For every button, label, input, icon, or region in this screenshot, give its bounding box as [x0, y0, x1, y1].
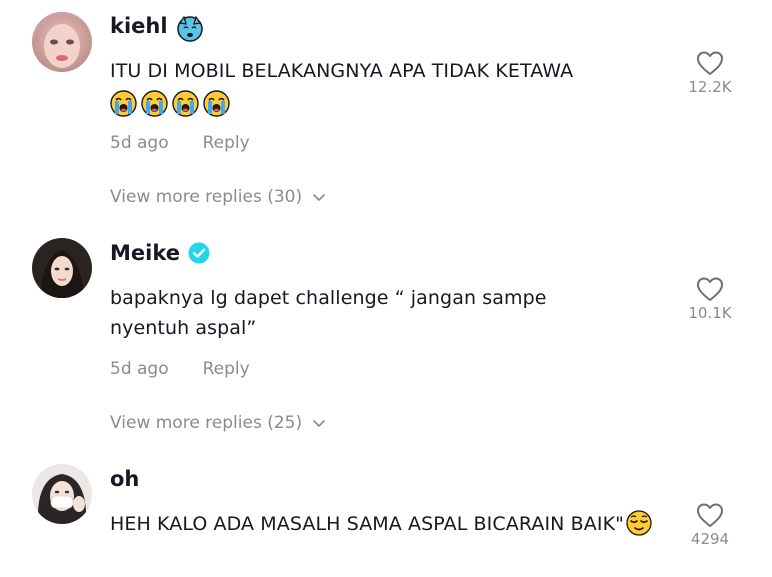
username[interactable]: oh: [110, 467, 139, 491]
like-count: 12.2K: [688, 78, 732, 96]
username-text[interactable]: Meike: [110, 241, 180, 265]
username[interactable]: Meike: [110, 241, 210, 265]
comment-time: 5d ago: [110, 133, 169, 153]
username-text[interactable]: kiehl: [110, 14, 168, 38]
like-control: 10.1K: [682, 276, 738, 322]
chevron-down-icon: [312, 190, 326, 204]
comment-text-content: HEH KALO ADA MASALH SAMA ASPAL BICARAIN …: [110, 513, 624, 535]
heart-icon[interactable]: [696, 50, 724, 76]
comment-time: 5d ago: [110, 359, 169, 379]
loudly-crying-face-icon: [203, 90, 230, 117]
avatar[interactable]: [32, 464, 92, 524]
like-control: 12.2K: [682, 50, 738, 96]
view-more-replies-button[interactable]: View more replies (25): [110, 413, 326, 433]
loudly-crying-face-icon: [110, 90, 137, 117]
username[interactable]: kiehl: [110, 14, 203, 42]
chevron-down-icon: [312, 416, 326, 430]
like-count: 4294: [690, 530, 730, 548]
loudly-crying-face-icon: [141, 90, 168, 117]
comment-text: bapaknya lg dapet challenge “ jangan sam…: [110, 287, 547, 339]
comment-text: ITU DI MOBIL BELAKANGNYA APA TIDAK KETAW…: [110, 60, 574, 82]
verified-badge-icon: [188, 242, 210, 264]
view-more-replies-label[interactable]: View more replies (30): [110, 187, 302, 207]
comment-meta: 5d ago Reply: [110, 133, 250, 153]
crying-cat-emoji-icon: [176, 15, 203, 42]
like-count: 10.1K: [688, 304, 732, 322]
comment-text: HEH KALO ADA MASALH SAMA ASPAL BICARAIN …: [110, 509, 670, 539]
view-more-replies-button[interactable]: View more replies (30): [110, 187, 326, 207]
like-control: 4294: [682, 502, 738, 548]
heart-icon[interactable]: [696, 276, 724, 302]
avatar[interactable]: [32, 238, 92, 298]
emoji-row: [110, 90, 230, 118]
heart-icon[interactable]: [696, 502, 724, 528]
view-more-replies-label[interactable]: View more replies (25): [110, 413, 302, 433]
relieved-face-icon: [626, 510, 652, 536]
reply-button[interactable]: Reply: [203, 359, 250, 379]
loudly-crying-face-icon: [172, 90, 199, 117]
reply-button[interactable]: Reply: [203, 133, 250, 153]
comment-meta: 5d ago Reply: [110, 359, 250, 379]
avatar[interactable]: [32, 12, 92, 72]
username-text[interactable]: oh: [110, 467, 139, 491]
